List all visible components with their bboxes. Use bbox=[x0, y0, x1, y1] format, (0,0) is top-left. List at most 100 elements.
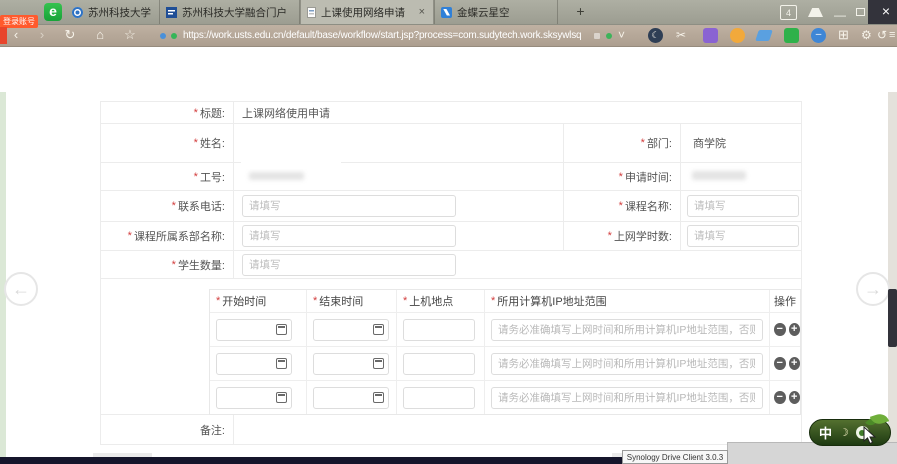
refresh-icon[interactable]: ↻ bbox=[62, 25, 78, 46]
required-mark: * bbox=[194, 171, 198, 183]
restore-button[interactable] bbox=[856, 8, 865, 16]
screenshot-extension-icon[interactable]: ✂ bbox=[676, 25, 686, 46]
close-window-button[interactable]: × bbox=[882, 0, 890, 24]
tab-kingdee[interactable]: 金蝶云星空 bbox=[434, 0, 558, 24]
redacted-value bbox=[241, 157, 341, 169]
kingdee-favicon bbox=[441, 7, 452, 18]
course-dept-input[interactable] bbox=[242, 225, 456, 247]
browser-logo-icon[interactable]: e bbox=[44, 3, 62, 21]
remove-row-button[interactable]: − bbox=[774, 391, 786, 404]
end-time-input[interactable] bbox=[313, 387, 389, 409]
start-time-input[interactable] bbox=[216, 319, 292, 341]
page-content: ← → * 标题: 上课网络使用申请 * 姓名: * 部门: 商学院 * 工号: bbox=[0, 46, 897, 464]
name-label: 姓名: bbox=[200, 135, 225, 151]
required-mark: * bbox=[619, 200, 623, 212]
required-mark: * bbox=[172, 259, 176, 271]
students-input[interactable] bbox=[242, 254, 456, 276]
minimize-button[interactable]: — bbox=[834, 3, 846, 27]
redacted-value bbox=[249, 172, 304, 180]
add-row-button[interactable]: + bbox=[789, 323, 801, 336]
end-time-input[interactable] bbox=[313, 319, 389, 341]
yellow-extension-icon[interactable] bbox=[730, 28, 745, 43]
menu-icon[interactable]: ≡ bbox=[889, 25, 895, 46]
messenger-extension-icon[interactable] bbox=[784, 28, 799, 43]
tab-network-application[interactable]: 上课使用网络申请 × bbox=[300, 0, 434, 24]
forward-icon[interactable]: › bbox=[34, 25, 50, 46]
location-input[interactable] bbox=[403, 353, 475, 375]
start-time-input[interactable] bbox=[216, 387, 292, 409]
remove-row-button[interactable]: − bbox=[774, 323, 786, 336]
scrollbar-track[interactable] bbox=[888, 92, 897, 464]
night-mode-extension-icon[interactable]: ☾ bbox=[648, 28, 663, 43]
form-row-students: * 学生数量: bbox=[100, 251, 802, 279]
swoosh-extension-icon[interactable] bbox=[755, 30, 773, 41]
location-input[interactable] bbox=[403, 319, 475, 341]
mouse-cursor bbox=[862, 426, 880, 444]
schedule-row: −+ bbox=[210, 380, 800, 414]
carousel-prev-button[interactable]: ← bbox=[4, 272, 38, 306]
ip-range-input[interactable] bbox=[491, 319, 763, 341]
site-dot-blue-icon bbox=[160, 33, 166, 39]
settings-gear-icon[interactable]: ⚙ bbox=[861, 25, 872, 46]
blue-extension-icon[interactable]: – bbox=[811, 28, 826, 43]
calendar-icon[interactable] bbox=[276, 392, 287, 403]
ime-moon-icon[interactable]: ☽ bbox=[839, 426, 849, 439]
schedule-row: −+ bbox=[210, 346, 800, 380]
purple-extension-icon[interactable] bbox=[703, 28, 718, 43]
start-time-input[interactable] bbox=[216, 353, 292, 375]
usts-favicon bbox=[72, 7, 83, 18]
left-edge-strip bbox=[0, 92, 6, 464]
required-mark: * bbox=[172, 200, 176, 212]
ip-range-input[interactable] bbox=[491, 387, 763, 409]
form-row-name-dept: * 姓名: * 部门: 商学院 bbox=[100, 124, 802, 163]
dept-value: 商学院 bbox=[693, 135, 726, 151]
favorite-icon[interactable]: ☆ bbox=[122, 25, 138, 46]
carousel-next-button[interactable]: → bbox=[856, 272, 890, 306]
calendar-icon[interactable] bbox=[276, 324, 287, 335]
end-time-input[interactable] bbox=[313, 353, 389, 375]
required-mark: * bbox=[313, 295, 317, 307]
url-dropdown-icon[interactable]: ˅ bbox=[618, 25, 625, 46]
dept-label: 部门: bbox=[647, 135, 672, 151]
scrollbar-thumb[interactable] bbox=[888, 289, 897, 347]
page-favicon bbox=[307, 7, 316, 18]
new-tab-button[interactable]: + bbox=[572, 3, 589, 20]
undo-icon[interactable]: ↺ bbox=[877, 25, 887, 46]
add-row-button[interactable]: + bbox=[789, 357, 801, 370]
phone-label: 联系电话: bbox=[178, 198, 225, 214]
calendar-icon[interactable] bbox=[373, 392, 384, 403]
add-row-button[interactable]: + bbox=[789, 391, 801, 404]
tab-count-badge[interactable]: 4 bbox=[780, 5, 797, 20]
course-input[interactable] bbox=[687, 195, 799, 217]
calendar-icon[interactable] bbox=[373, 358, 384, 369]
calendar-icon[interactable] bbox=[276, 358, 287, 369]
url-extra-icon[interactable] bbox=[594, 33, 600, 39]
schedule-row: −+ bbox=[210, 312, 800, 346]
home-icon[interactable]: ⌂ bbox=[92, 25, 108, 46]
form-row-class-time: * 上课时间: * 开始时间 * 结束时间 * 上机地点 * 所用计算机IP地址… bbox=[100, 279, 802, 415]
location-input[interactable] bbox=[403, 387, 475, 409]
remove-row-button[interactable]: − bbox=[774, 357, 786, 370]
tab-usts-portal[interactable]: 苏州科技大学融合门户 bbox=[160, 0, 300, 24]
url-green-icon[interactable] bbox=[606, 33, 612, 39]
students-label: 学生数量: bbox=[178, 257, 225, 273]
required-mark: * bbox=[194, 137, 198, 149]
tab-usts-home[interactable]: 苏州科技大学 bbox=[66, 0, 160, 24]
ime-mode-indicator[interactable]: 中 bbox=[819, 423, 832, 442]
ip-range-input[interactable] bbox=[491, 353, 763, 375]
required-mark: * bbox=[128, 230, 132, 242]
browser-skin-icon[interactable] bbox=[808, 8, 823, 17]
address-toolbar: ‹ › ↻ ⌂ ☆ https://work.usts.edu.cn/defau… bbox=[0, 25, 897, 47]
back-icon[interactable]: ‹ bbox=[8, 25, 24, 46]
schedule-header-row: * 开始时间 * 结束时间 * 上机地点 * 所用计算机IP地址范围 操作 bbox=[210, 290, 800, 312]
apps-grid-icon[interactable]: ⊞ bbox=[838, 25, 849, 46]
phone-input[interactable] bbox=[242, 195, 456, 217]
hours-input[interactable] bbox=[687, 225, 799, 247]
tab-close-icon[interactable]: × bbox=[417, 7, 427, 18]
calendar-icon[interactable] bbox=[373, 324, 384, 335]
url-field[interactable]: https://work.usts.edu.cn/default/base/wo… bbox=[183, 25, 581, 46]
form-row-remark: 备注: bbox=[100, 415, 802, 445]
tab-title: 苏州科技大学 bbox=[88, 5, 151, 20]
form-row-phone-course: * 联系电话: * 课程名称: bbox=[100, 191, 802, 222]
action-header: 操作 bbox=[774, 293, 796, 309]
